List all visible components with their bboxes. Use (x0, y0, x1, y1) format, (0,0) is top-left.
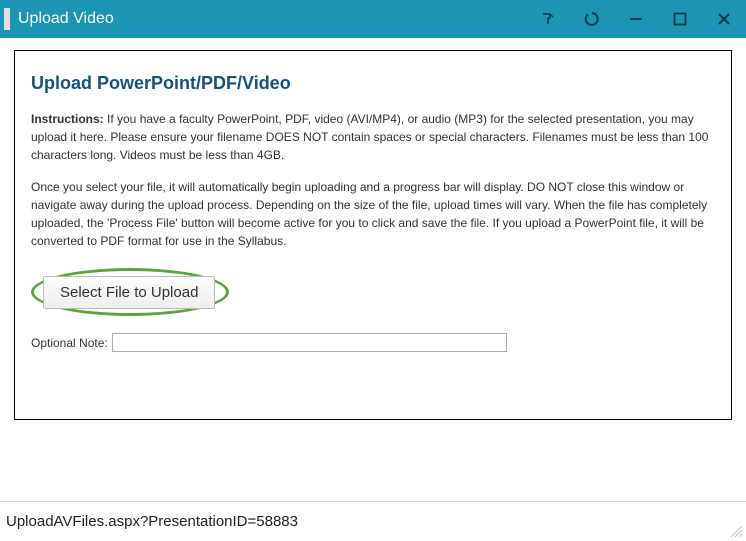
instructions-label: Instructions: (31, 112, 104, 126)
refresh-button[interactable] (570, 0, 614, 38)
status-text: UploadAVFiles.aspx?PresentationID=58883 (6, 513, 298, 530)
close-button[interactable] (702, 0, 746, 38)
refresh-icon (583, 10, 601, 28)
window-title: Upload Video (18, 10, 114, 28)
instructions-paragraph-2: Once you select your file, it will autom… (31, 178, 715, 250)
minimize-button[interactable] (614, 0, 658, 38)
instructions-text-1: If you have a faculty PowerPoint, PDF, v… (31, 112, 708, 162)
minimize-icon (629, 12, 643, 26)
upload-panel: Upload PowerPoint/PDF/Video Instructions… (14, 50, 732, 420)
titlebar-edge-decoration (4, 8, 10, 30)
maximize-button[interactable] (658, 0, 702, 38)
resize-grip-icon[interactable] (729, 524, 743, 538)
optional-note-label: Optional Note: (31, 336, 108, 350)
maximize-icon (673, 12, 687, 26)
select-file-row: Select File to Upload (31, 276, 715, 309)
optional-note-input[interactable] (112, 333, 507, 352)
window-titlebar: Upload Video (0, 0, 746, 38)
close-icon (717, 12, 731, 26)
status-bar: UploadAVFiles.aspx?PresentationID=58883 (0, 501, 746, 541)
select-file-button[interactable]: Select File to Upload (43, 276, 215, 309)
content-area: Upload PowerPoint/PDF/Video Instructions… (0, 38, 746, 501)
titlebar-left: Upload Video (4, 8, 114, 30)
pin-icon (540, 11, 556, 27)
instructions-paragraph-1: Instructions: If you have a faculty Powe… (31, 110, 715, 164)
titlebar-controls (526, 0, 746, 38)
panel-heading: Upload PowerPoint/PDF/Video (31, 73, 715, 94)
pin-button[interactable] (526, 0, 570, 38)
optional-note-row: Optional Note: (31, 333, 715, 352)
